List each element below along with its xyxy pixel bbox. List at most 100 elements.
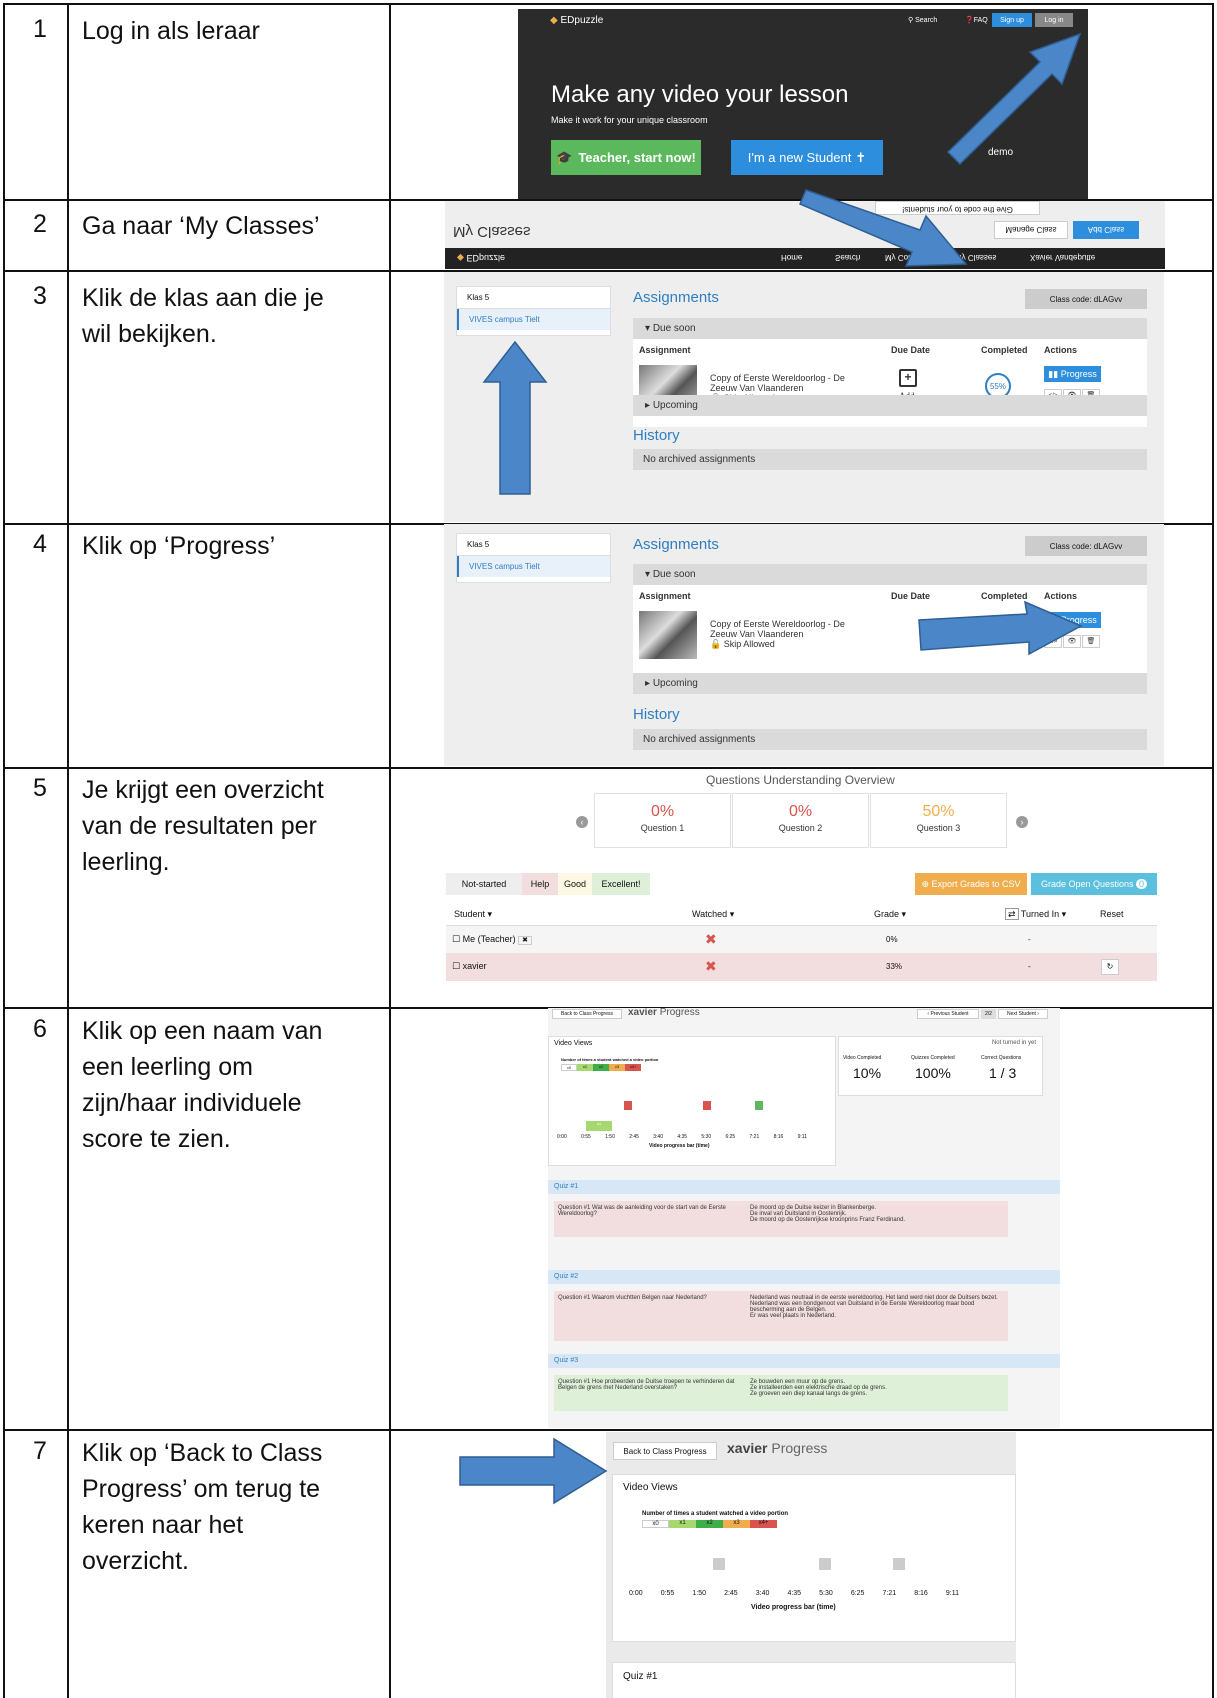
question-text: Question #1 Hoe probeerden de Duitse tro… — [558, 1379, 735, 1391]
step-text: Klik de klas aan die je wil bekijken. — [82, 284, 324, 348]
times-key-x3: x3 — [723, 1520, 750, 1528]
grade-value: 0% — [886, 935, 898, 944]
not-watched-icon: ✖ — [705, 931, 717, 947]
class-item-klas5[interactable]: Klas 5 — [457, 287, 610, 309]
assignment-title[interactable]: Copy of Eerste Wereldoorlog - De Zeeuw Va… — [710, 619, 845, 650]
times-key-x4: x4+ — [625, 1064, 641, 1071]
edpuzzle-logo[interactable]: ◆ EDpuzzle — [550, 15, 603, 26]
reset-button[interactable]: ↻ — [1101, 959, 1119, 975]
prev-question-arrow[interactable]: ‹ — [576, 816, 588, 828]
quiz-marker-icon[interactable] — [624, 1101, 632, 1110]
quiz-marker-icon[interactable] — [755, 1101, 763, 1110]
video-views-panel: Video Views Number of times a student wa… — [548, 1036, 836, 1166]
question-card[interactable]: 50% Question 3 — [870, 793, 1007, 848]
table-row: ☐ Me (Teacher) ✖ ✖ 0% - — [446, 925, 1157, 953]
progress-button[interactable]: ▮▮ Progress — [1044, 366, 1101, 382]
tick-label: 0:55 — [660, 1590, 675, 1597]
class-assignments-screenshot: Klas 5 VIVES campus Tielt Assignments Cl… — [444, 272, 1164, 522]
calendar-add-icon[interactable]: + — [899, 369, 917, 387]
grade-open-questions-label: Grade Open Questions — [1040, 879, 1134, 889]
back-to-class-progress-button[interactable]: Back to Class Progress — [613, 1442, 717, 1460]
col-grade-label: Grade — [874, 909, 900, 919]
table-border-top — [3, 3, 1214, 5]
tick-label: 1:50 — [605, 1134, 615, 1140]
next-question-arrow[interactable]: › — [1016, 816, 1028, 828]
col-grade[interactable]: Grade ▾ — [874, 909, 906, 920]
progress-title: Progress — [659, 1008, 700, 1018]
progress-axis: 0:00 0:55 1:50 2:45 3:40 4:35 5:30 6:25 7:21 8:16… — [629, 1590, 959, 1600]
video-views-panel: Video Views Number of times a student wa… — [612, 1474, 1016, 1642]
video-thumbnail[interactable] — [639, 611, 697, 659]
stats-panel: Not turned in yet Video Completed Quizze… — [838, 1036, 1043, 1096]
add-class-button[interactable]: Add Class — [1073, 221, 1139, 239]
export-csv-label: Export Grades to CSV — [931, 879, 1021, 889]
checkbox[interactable]: ☐ — [452, 934, 460, 944]
tick-label: 4:35 — [787, 1590, 802, 1597]
due-soon-toggle[interactable]: ▾ Due soon — [633, 318, 1147, 339]
overview-title: Questions Understanding Overview — [706, 773, 895, 787]
student-name[interactable]: ☐ xavier — [452, 961, 487, 972]
due-soon-toggle[interactable]: ▾ Due soon — [633, 564, 1147, 585]
previous-student-button[interactable]: ‹ Previous Student — [917, 1009, 979, 1019]
stat-label: Quizzes Completed — [911, 1055, 955, 1061]
upcoming-toggle[interactable]: ▸ Upcoming — [633, 395, 1147, 416]
manage-class-button[interactable]: Manage Class — [994, 221, 1068, 239]
export-icon: ⊕ — [921, 878, 929, 889]
col-due-date: Due Date — [891, 345, 931, 355]
student-name[interactable]: ☐ Me (Teacher) ✖ — [452, 934, 532, 945]
col-turned-in[interactable]: ⇄ Turned In ▾ — [1005, 908, 1066, 920]
progress-axis: 0:00 0:55 1:50 2:45 3:40 4:35 5:30 6:25 7:21 8:16… — [557, 1134, 807, 1141]
nav-search[interactable]: ⚲ Search — [908, 16, 937, 24]
teacher-start-button[interactable]: 🎓 Teacher, start now! — [551, 140, 701, 175]
question-card[interactable]: 0% Question 1 — [594, 793, 731, 848]
class-item-vives[interactable]: VIVES campus Tielt — [457, 309, 610, 330]
export-csv-button[interactable]: ⊕ Export Grades to CSV — [915, 873, 1027, 895]
upcoming-label: Upcoming — [652, 678, 698, 689]
answer-options: Ze bouwden een muur op de grens. Ze inst… — [750, 1379, 887, 1397]
times-key-x2: x2 — [696, 1520, 723, 1528]
tick-label: 9:11 — [945, 1590, 959, 1597]
not-turned-in: Not turned in yet — [991, 1040, 1036, 1046]
step-text: Ga naar ‘My Classes’ — [82, 212, 320, 240]
col-watched[interactable]: Watched ▾ — [692, 909, 734, 920]
new-student-label: I'm a new Student — [747, 150, 852, 165]
quiz-marker-icon[interactable] — [819, 1558, 831, 1570]
nav-user-menu[interactable]: Xavier Vandeputte — [1030, 253, 1095, 262]
tick-label: 3:40 — [653, 1134, 663, 1140]
quiz-panel: Quiz #1 — [612, 1662, 1016, 1698]
question-label: Question 1 — [640, 823, 685, 833]
quiz-marker-icon[interactable] — [713, 1558, 725, 1570]
page-indicator: 2/2 — [981, 1009, 996, 1019]
times-key-x1: x1 — [577, 1064, 593, 1071]
assignment-title-line1: Copy of Eerste Wereldoorlog - De — [710, 619, 845, 629]
stat-label: Correct Questions — [981, 1055, 1022, 1061]
step-text: Klik op ‘Progress’ — [82, 532, 276, 560]
arrow-icon — [799, 189, 968, 267]
no-archived-bar: No archived assignments — [633, 729, 1147, 750]
progress-bar-label: Video progress bar (time) — [751, 1604, 836, 1611]
col-student[interactable]: Student ▾ — [454, 909, 492, 920]
answer-option: Er was veel plaats in Nederland. — [750, 1313, 837, 1319]
remove-icon[interactable]: ✖ — [518, 936, 532, 945]
grade-open-questions-button[interactable]: Grade Open Questions 0 — [1031, 873, 1157, 895]
back-to-class-progress-button[interactable]: Back to Class Progress — [552, 1009, 622, 1019]
tick-label: 2:45 — [629, 1134, 639, 1140]
times-watched-label: Number of times a student watched a vide… — [561, 1057, 659, 1062]
next-student-button[interactable]: Next Student › — [998, 1009, 1048, 1019]
tick-label: 5:30 — [701, 1134, 712, 1140]
quiz-marker-icon[interactable] — [893, 1558, 905, 1570]
question-card[interactable]: 0% Question 2 — [732, 793, 869, 848]
upcoming-toggle[interactable]: ▸ Upcoming — [633, 673, 1147, 694]
student-name-title: xavier — [628, 1008, 657, 1018]
class-item-vives[interactable]: VIVES campus Tielt — [457, 556, 610, 577]
assignment-title-line2: Zeeuw Van Vlaanderen — [710, 629, 804, 639]
times-key-x4: x4+ — [750, 1520, 777, 1528]
checkbox[interactable]: ☐ — [452, 961, 460, 971]
new-student-button[interactable]: I'm a new Student ✝ — [731, 140, 883, 175]
navbar-brand[interactable]: ◆ EDpuzzle — [457, 252, 505, 263]
class-item-klas5[interactable]: Klas 5 — [457, 534, 610, 556]
step-number: 5 — [33, 774, 47, 802]
quiz-heading: Quiz #2 — [548, 1270, 1060, 1284]
quiz-marker-icon[interactable] — [703, 1101, 711, 1110]
upcoming-label: Upcoming — [652, 400, 698, 411]
